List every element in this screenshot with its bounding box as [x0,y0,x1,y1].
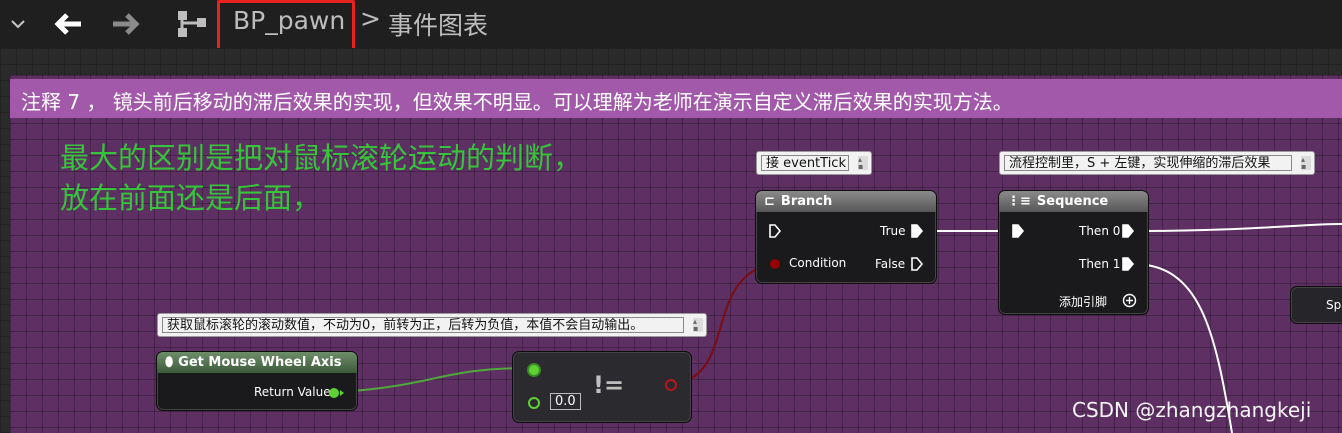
exec-in-pin[interactable] [768,224,782,238]
bubble-pin-icon[interactable]: ▴ ▪ [858,156,868,171]
not-equal-node[interactable]: 0.0 != [512,351,692,423]
get-mouse-wheel-axis-node[interactable]: ⬮ Get Mouse Wheel Axis Return Value [156,351,358,411]
add-pin-icon[interactable] [1122,293,1137,308]
true-pin-label: True [880,224,906,238]
sequence-node-header[interactable]: ⋮≡ Sequence [999,191,1148,212]
branch-icon: ⊏ [764,194,775,209]
default-value-field[interactable]: 0.0 [550,393,581,410]
float-a-pin[interactable] [526,362,542,378]
operator-label: != [593,371,625,399]
branch-comment-bubble[interactable]: 接 eventTick ▴ ▪ [756,151,872,175]
exec-then0-pin[interactable] [1121,224,1135,238]
sequence-node-title: Sequence [1036,194,1109,209]
partial-node-title: Spr [1326,298,1342,312]
bubble-pin-icon[interactable]: ▴ ▪ [693,318,703,333]
mouse-wheel-comment-text: 获取鼠标滚轮的滚动数值，不动为0，前转为正，后转为负值，本值不会自动输出。 [162,317,684,333]
partial-node[interactable]: Spr [1290,286,1342,324]
exec-in-pin[interactable] [1011,224,1025,238]
mouse-wheel-comment-bubble[interactable]: 获取鼠标滚轮的滚动数值，不动为0，前转为正，后转为负值，本值不会自动输出。 ▴ ▪ [157,313,707,337]
mouse-wheel-node-title: Get Mouse Wheel Axis [178,355,342,370]
branch-comment-text: 接 eventTick [761,155,849,171]
add-pin-label[interactable]: 添加引脚 [1059,293,1107,310]
exec-false-pin[interactable] [910,257,924,271]
branch-node[interactable]: ⊏ Branch True Condition False [755,190,937,284]
bubble-pin-icon[interactable]: ▴ ▪ [1301,156,1311,171]
sequence-icon: ⋮≡ [1007,194,1031,209]
sequence-comment-bubble[interactable]: 流程控制里，S + 左键，实现伸缩的滞后效果 ▴ ▪ [999,151,1315,175]
bool-result-pin[interactable] [663,377,679,393]
branch-node-header[interactable]: ⊏ Branch [756,191,936,212]
then1-pin-label: Then 1 [1079,257,1121,271]
condition-pin-label: Condition [789,256,847,270]
watermark: CSDN @zhangzhangkeji [1072,398,1312,422]
then0-pin-label: Then 0 [1079,224,1121,238]
sequence-node[interactable]: ⋮≡ Sequence Then 0 Then 1 添加引脚 [998,190,1149,315]
condition-pin[interactable] [768,257,782,271]
exec-true-pin[interactable] [910,224,924,238]
mouse-icon: ⬮ [165,355,174,370]
sequence-comment-text: 流程控制里，S + 左键，实现伸缩的滞后效果 [1004,155,1292,171]
return-value-pin[interactable] [328,386,346,400]
float-b-pin[interactable] [526,395,542,411]
mouse-wheel-node-header[interactable]: ⬮ Get Mouse Wheel Axis [157,352,357,373]
return-value-label: Return Value [254,385,331,399]
branch-node-title: Branch [780,194,833,209]
exec-then1-pin[interactable] [1121,257,1135,271]
false-pin-label: False [875,257,906,271]
